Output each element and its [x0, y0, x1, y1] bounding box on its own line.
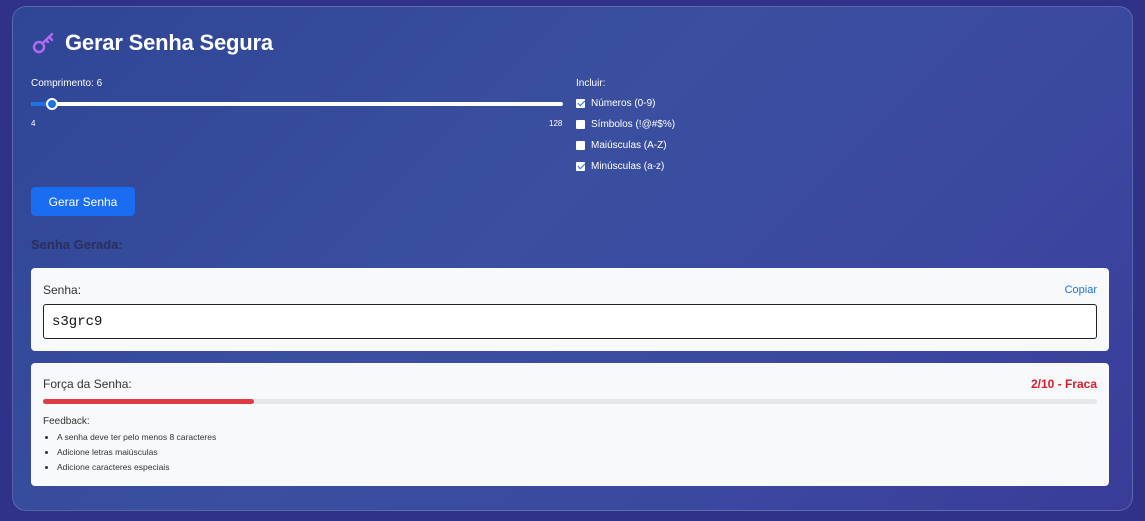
strength-bar [43, 399, 1097, 404]
slider-thumb[interactable] [45, 98, 58, 110]
lowercase-checkbox[interactable] [576, 162, 585, 171]
slider-track [31, 102, 563, 106]
length-min-label: 4 [31, 119, 36, 128]
symbols-checkbox[interactable] [576, 120, 585, 129]
option-label: Símbolos (!@#$%) [591, 119, 676, 130]
strength-label: Força da Senha: [43, 377, 132, 391]
feedback-label: Feedback: [43, 416, 90, 427]
feedback-item: Adicione letras maiúsculas [57, 447, 216, 457]
option-label: Minúsculas (a-z) [591, 161, 665, 172]
password-label: Senha: [43, 283, 82, 297]
strength-score: 2/10 - Fraca [1030, 377, 1097, 391]
password-card: Senha: Copiar s3grc9 [31, 268, 1109, 351]
generate-button[interactable]: Gerar Senha [31, 187, 135, 216]
uppercase-checkbox[interactable] [576, 141, 585, 150]
include-label: Incluir: [576, 78, 606, 89]
key-icon [32, 32, 54, 54]
feedback-item: A senha deve ter pelo menos 8 caracteres [57, 432, 216, 442]
length-label: Comprimento: 6 [31, 78, 103, 89]
strength-bar-fill [43, 399, 254, 404]
option-uppercase[interactable]: Maiúsculas (A-Z) [576, 140, 667, 151]
page-title: Gerar Senha Segura [65, 30, 273, 55]
length-max-label: 128 [549, 119, 563, 128]
feedback-list: A senha deve ter pelo menos 8 caracteres… [57, 432, 216, 477]
option-label: Maiúsculas (A-Z) [591, 140, 667, 151]
password-field[interactable]: s3grc9 [43, 304, 1097, 339]
option-symbols[interactable]: Símbolos (!@#$%) [576, 119, 675, 130]
option-lowercase[interactable]: Minúsculas (a-z) [576, 161, 664, 172]
option-numbers[interactable]: Números (0-9) [576, 98, 655, 109]
length-slider[interactable] [31, 98, 563, 110]
strength-card: Força da Senha: 2/10 - Fraca Feedback: A… [31, 363, 1109, 486]
feedback-item: Adicione caracteres especiais [57, 462, 216, 472]
option-label: Números (0-9) [591, 98, 656, 109]
header: Gerar Senha Segura [31, 30, 273, 56]
result-heading: Senha Gerada: [31, 237, 123, 252]
numbers-checkbox[interactable] [576, 99, 585, 108]
copy-button[interactable]: Copiar [1065, 284, 1097, 296]
